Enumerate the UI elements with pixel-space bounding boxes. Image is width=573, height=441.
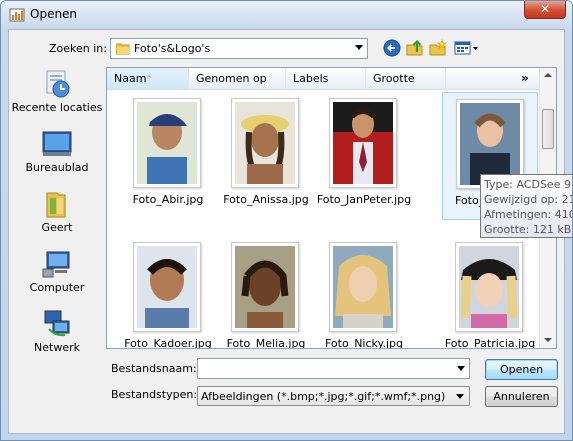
file-info-tooltip: Type: ACDSee 9.0 Gewijzigd op: 21- Afmet… <box>480 174 573 238</box>
column-header-labels[interactable]: Labels <box>286 68 366 89</box>
look-in-dropdown[interactable]: Foto's&Logo's <box>110 38 368 59</box>
file-thumbnail <box>329 98 397 188</box>
file-thumbnail <box>231 242 299 332</box>
file-item[interactable]: Foto_Abir.jpg <box>120 92 216 220</box>
tooltip-dimensions: Afmetingen: 410 <box>484 208 573 221</box>
column-label: Genomen op <box>196 72 267 85</box>
network-icon <box>44 310 70 337</box>
file-thumbnail <box>133 242 201 332</box>
photo-thumbnail <box>333 102 393 184</box>
place-label: Recente locaties <box>11 101 103 114</box>
chevron-down-icon <box>456 394 464 399</box>
filename-input[interactable] <box>197 358 470 379</box>
look-in-value: Foto's&Logo's <box>134 42 211 55</box>
photo-thumbnail <box>137 102 197 184</box>
user-folder-icon <box>46 192 66 218</box>
filetype-dropdown[interactable]: Afbeeldingen (*.bmp;*.jpg;*.gif;*.wmf;*.… <box>197 386 470 406</box>
file-item[interactable]: Foto_Nicky.jpg <box>316 236 412 348</box>
back-icon[interactable] <box>382 38 402 58</box>
dialog-app-icon <box>9 8 25 22</box>
column-label: Naam <box>114 72 147 85</box>
look-in-label: Zoeken in: <box>49 42 107 55</box>
chevron-down-icon[interactable] <box>457 366 465 371</box>
filetype-label: Bestandstypen: <box>111 388 198 401</box>
file-thumbnail <box>329 242 397 332</box>
photo-thumbnail <box>137 246 197 328</box>
column-header-grootte[interactable]: Grootte <box>366 68 446 89</box>
scroll-thumb[interactable] <box>542 109 554 149</box>
file-item[interactable]: Foto_Melia.jpg <box>218 236 314 348</box>
column-label: Labels <box>293 72 329 85</box>
dialog-title: Openen <box>30 7 78 21</box>
file-item[interactable]: Foto_JanPeter.jpg <box>316 92 412 220</box>
file-name: Foto_JanPeter.jpg <box>316 193 412 206</box>
place-label: Computer <box>29 281 85 294</box>
filetype-value: Afbeeldingen (*.bmp;*.jpg;*.gif;*.wmf;*.… <box>201 390 446 403</box>
computer-icon <box>42 251 70 278</box>
place-label: Geert <box>41 221 73 234</box>
photo-thumbnail <box>235 246 295 328</box>
file-thumbnail <box>133 98 201 188</box>
column-header-genomen-op[interactable]: Genomen op <box>189 68 286 89</box>
close-icon: ✕ <box>539 2 551 16</box>
place-desktop[interactable]: Bureaublad <box>11 127 103 183</box>
place-computer[interactable]: Computer <box>11 247 103 303</box>
title-bar[interactable]: Openen ✕ <box>1 1 572 29</box>
file-thumbnail <box>231 98 299 188</box>
more-columns-icon[interactable]: » <box>521 68 529 89</box>
place-recent-locations[interactable]: Recente locaties <box>11 67 103 123</box>
photo-thumbnail <box>459 246 519 328</box>
sort-ascending-icon: ^ <box>146 75 152 83</box>
desktop-icon <box>42 131 72 156</box>
scroll-up-icon[interactable] <box>544 73 552 77</box>
photo-thumbnail <box>333 246 393 328</box>
file-thumbnail <box>455 242 523 332</box>
file-item[interactable]: Foto_Kadoer.jpg <box>120 236 216 348</box>
file-name: Foto_Nicky.jpg <box>325 337 403 349</box>
place-network[interactable]: Netwerk <box>11 307 103 363</box>
file-item[interactable]: Foto_Patricia.jpg <box>442 236 538 348</box>
views-menu-icon[interactable] <box>453 38 479 58</box>
open-dialog: Openen ✕ Zoeken in: Foto's&Logo's Recent… <box>0 0 573 441</box>
tooltip-modified: Gewijzigd op: 21- <box>484 193 573 206</box>
open-button[interactable]: Openen <box>485 359 558 380</box>
close-button[interactable]: ✕ <box>524 1 566 19</box>
place-label: Bureaublad <box>25 161 89 174</box>
photo-thumbnail <box>235 102 295 184</box>
places-bar: Recente locaties Bureaublad Geert Comput… <box>11 67 103 354</box>
file-name: Foto_ <box>455 194 485 207</box>
place-user-folder[interactable]: Geert <box>11 187 103 243</box>
column-header-naam[interactable]: Naam ^ <box>107 68 189 89</box>
cancel-button[interactable]: Annuleren <box>485 386 558 407</box>
file-item[interactable]: Foto_Anissa.jpg <box>218 92 314 220</box>
column-label: Grootte <box>373 72 415 85</box>
folder-icon <box>116 43 130 55</box>
place-label: Netwerk <box>34 341 80 354</box>
new-folder-icon[interactable] <box>428 38 448 58</box>
tooltip-size: Grootte: 121 kB <box>484 223 572 236</box>
up-folder-icon[interactable] <box>405 38 425 58</box>
file-name: Foto_Patricia.jpg <box>444 337 536 349</box>
recent-locations-icon <box>46 70 70 98</box>
chevron-down-icon <box>355 45 363 50</box>
filename-label: Bestandsnaam: <box>111 362 197 375</box>
tooltip-type: Type: ACDSee 9.0 <box>484 178 573 191</box>
photo-thumbnail <box>460 103 520 185</box>
column-header-row: Naam ^ Genomen op Labels Grootte » <box>107 68 539 90</box>
